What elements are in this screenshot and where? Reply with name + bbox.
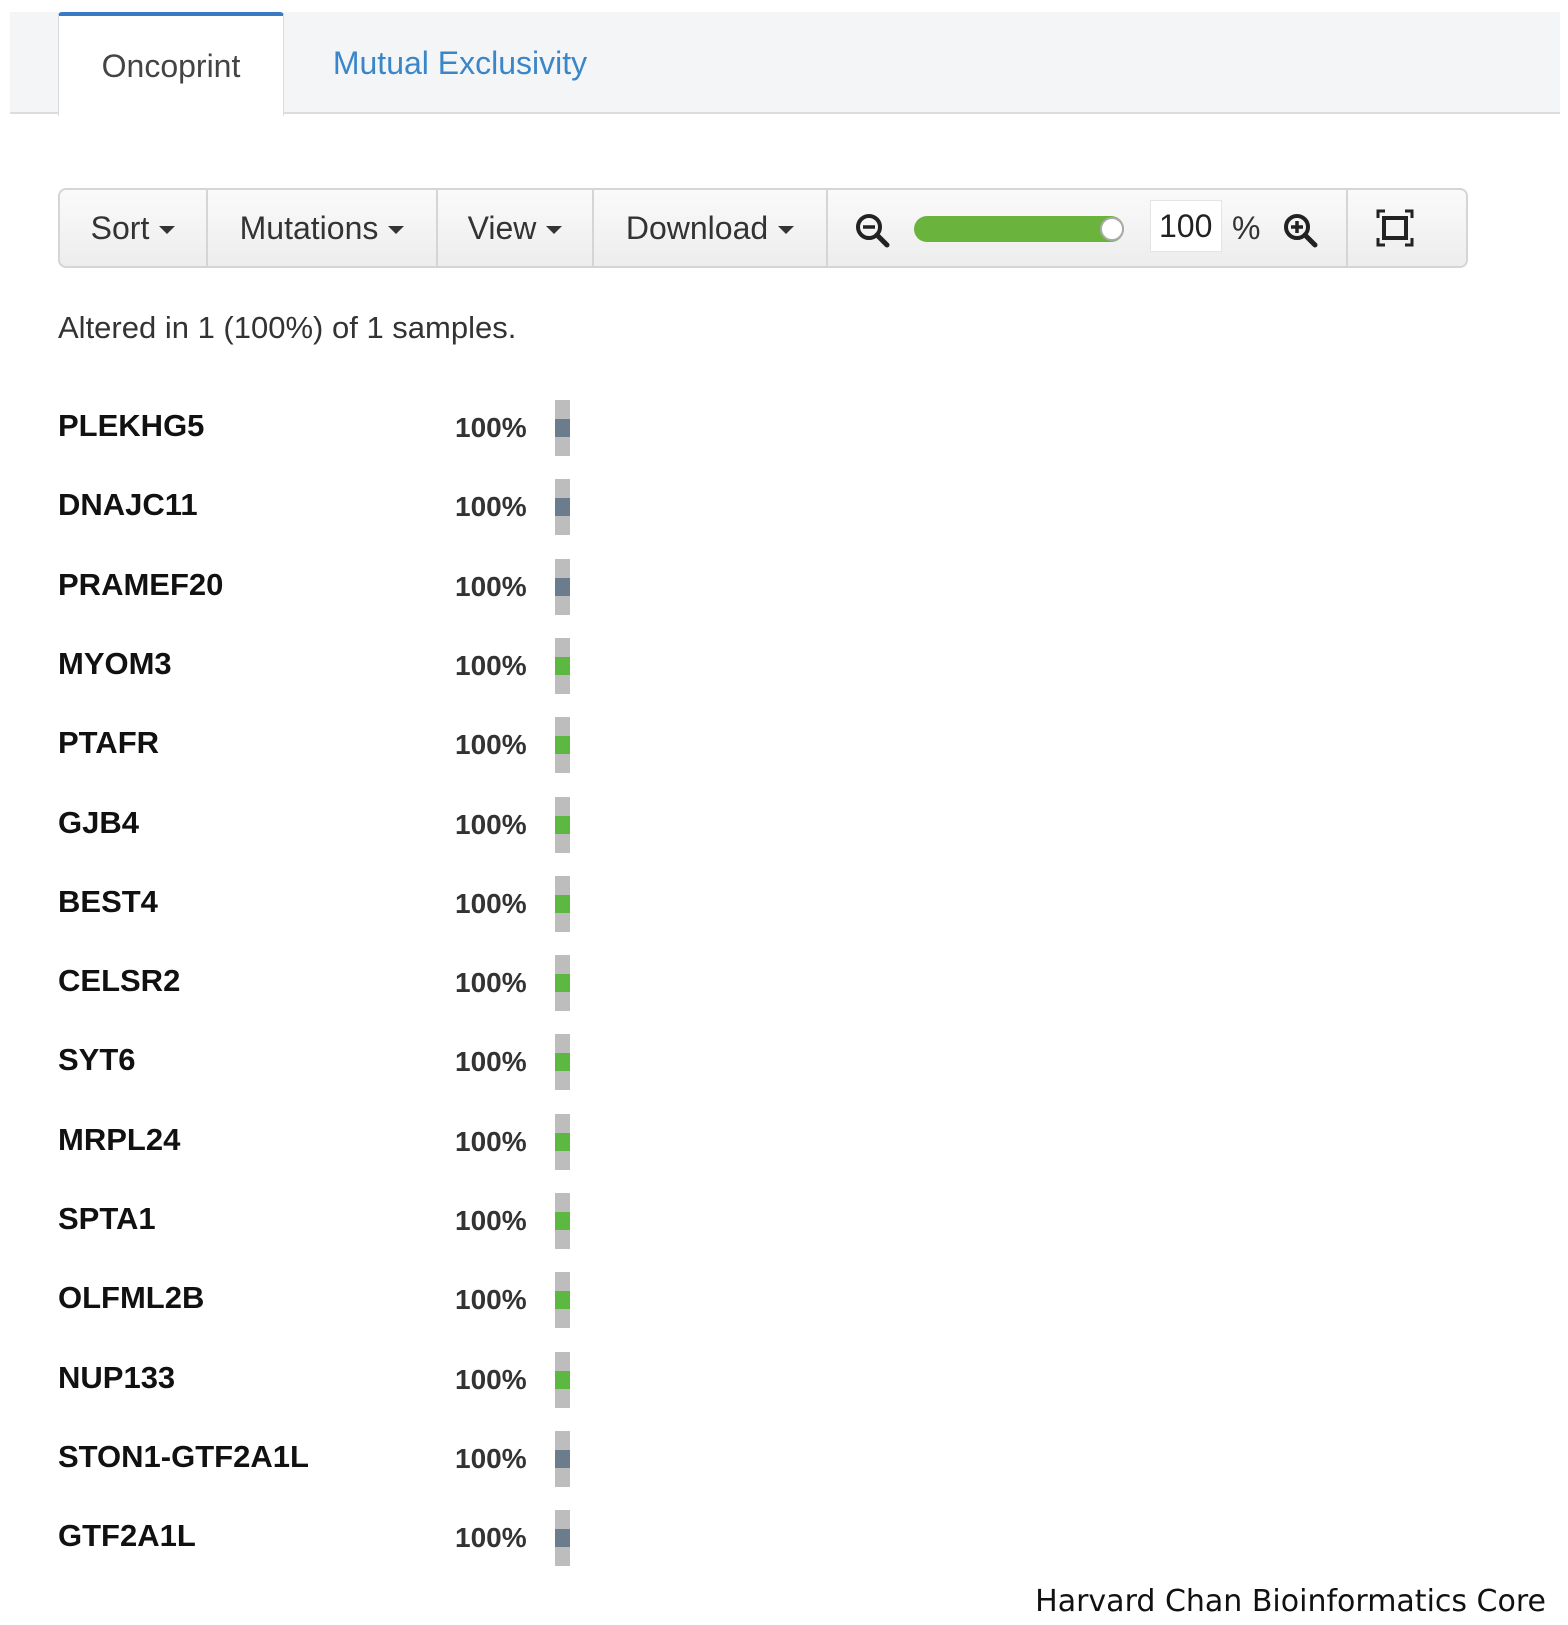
gene-alteration-percent: 100% bbox=[455, 887, 527, 919]
alteration-mark bbox=[555, 656, 570, 675]
alteration-mark bbox=[555, 1132, 570, 1151]
zoom-out-icon[interactable] bbox=[852, 210, 892, 250]
tab-mutual-exclusivity-label: Mutual Exclusivity bbox=[332, 44, 588, 81]
gene-alteration-percent: 100% bbox=[455, 1442, 527, 1474]
gene-label[interactable]: DNAJC11 bbox=[58, 487, 198, 523]
gene-track-row: SYT6 100% bbox=[0, 1034, 600, 1091]
sort-dropdown-button[interactable]: Sort bbox=[60, 190, 208, 266]
gene-alteration-percent: 100% bbox=[455, 570, 527, 602]
fit-to-screen-icon bbox=[1376, 209, 1414, 247]
zoom-controls: 100 % bbox=[828, 190, 1348, 266]
gene-label[interactable]: SYT6 bbox=[58, 1042, 136, 1078]
alteration-mark bbox=[555, 577, 570, 596]
gene-track-row: GTF2A1L 100% bbox=[0, 1510, 600, 1567]
gene-alteration-percent: 100% bbox=[455, 1205, 527, 1236]
gene-track-row: STON1-GTF2A1L 100% bbox=[0, 1430, 600, 1487]
gene-track-row: CELSR2 100% bbox=[0, 955, 600, 1012]
alteration-mark bbox=[555, 1053, 570, 1072]
gene-track-row: BEST4 100% bbox=[0, 875, 600, 932]
gene-label[interactable]: OLFML2B bbox=[58, 1280, 204, 1316]
gene-alteration-percent: 100% bbox=[455, 1522, 527, 1554]
zoom-slider-handle[interactable] bbox=[1100, 217, 1124, 241]
gene-label[interactable]: CELSR2 bbox=[58, 963, 180, 999]
mutations-dropdown-button[interactable]: Mutations bbox=[208, 190, 438, 266]
alteration-mark bbox=[555, 419, 570, 437]
oncoprint-toolbar: Sort Mutations View Download 100 % bbox=[58, 188, 1468, 268]
gene-alteration-percent: 100% bbox=[455, 491, 527, 523]
gene-alteration-percent: 100% bbox=[455, 729, 527, 761]
gene-label[interactable]: STON1-GTF2A1L bbox=[58, 1439, 309, 1475]
credit-text: Harvard Chan Bioinformatics Core bbox=[1035, 1584, 1546, 1619]
zoom-percent-unit: % bbox=[1232, 210, 1261, 246]
download-dropdown-button[interactable]: Download bbox=[594, 190, 828, 266]
alteration-mark bbox=[555, 498, 570, 517]
caret-down-icon bbox=[778, 226, 795, 234]
fit-to-screen-button[interactable] bbox=[1348, 190, 1442, 266]
tab-oncoprint[interactable]: Oncoprint bbox=[58, 12, 284, 116]
caret-down-icon bbox=[388, 226, 405, 234]
gene-label[interactable]: GJB4 bbox=[58, 805, 139, 841]
gene-track-row: DNAJC11 100% bbox=[0, 479, 600, 536]
gene-alteration-percent: 100% bbox=[455, 412, 527, 443]
gene-label[interactable]: PTAFR bbox=[58, 725, 159, 761]
alteration-mark bbox=[555, 1529, 570, 1548]
alteration-mark bbox=[555, 974, 570, 993]
tab-bar: Oncoprint Mutual Exclusivity bbox=[10, 12, 1560, 116]
alteration-mark bbox=[555, 736, 570, 755]
gene-track-row: MRPL24 100% bbox=[0, 1113, 600, 1170]
gene-track-row: GJB4 100% bbox=[0, 796, 600, 853]
gene-alteration-percent: 100% bbox=[455, 967, 527, 999]
gene-label[interactable]: NUP133 bbox=[58, 1360, 175, 1396]
gene-label[interactable]: PRAMEF20 bbox=[58, 567, 223, 603]
caret-down-icon bbox=[159, 226, 176, 234]
alteration-mark bbox=[555, 1291, 570, 1310]
alteration-mark bbox=[555, 1212, 570, 1230]
gene-track-row: OLFML2B 100% bbox=[0, 1272, 600, 1329]
gene-alteration-percent: 100% bbox=[455, 1046, 527, 1078]
zoom-slider[interactable] bbox=[914, 216, 1124, 242]
sort-label: Sort bbox=[90, 209, 150, 246]
gene-label[interactable]: MRPL24 bbox=[58, 1122, 180, 1158]
gene-track-row: PRAMEF20 100% bbox=[0, 558, 600, 615]
gene-label[interactable]: PLEKHG5 bbox=[58, 408, 204, 444]
alteration-mark bbox=[555, 894, 570, 913]
zoom-percent-input[interactable]: 100 bbox=[1150, 200, 1222, 252]
gene-alteration-percent: 100% bbox=[455, 1125, 527, 1157]
gene-alteration-percent: 100% bbox=[455, 1363, 527, 1395]
gene-label[interactable]: SPTA1 bbox=[58, 1201, 156, 1237]
gene-track-row: PLEKHG5 100% bbox=[0, 400, 600, 456]
view-dropdown-button[interactable]: View bbox=[438, 190, 594, 266]
altered-summary: Altered in 1 (100%) of 1 samples. bbox=[58, 310, 517, 345]
zoom-slider-fill bbox=[914, 216, 1124, 242]
tab-oncoprint-label: Oncoprint bbox=[101, 47, 241, 84]
gene-alteration-percent: 100% bbox=[455, 649, 527, 681]
zoom-percent-value: 100 bbox=[1159, 207, 1213, 244]
mutations-label: Mutations bbox=[239, 209, 379, 246]
download-label: Download bbox=[625, 209, 769, 246]
tab-mutual-exclusivity[interactable]: Mutual Exclusivity bbox=[310, 12, 610, 114]
gene-label[interactable]: BEST4 bbox=[58, 884, 158, 920]
alteration-mark bbox=[555, 1449, 570, 1468]
gene-label[interactable]: GTF2A1L bbox=[58, 1518, 196, 1554]
gene-label[interactable]: MYOM3 bbox=[58, 646, 172, 682]
gene-track-row: NUP133 100% bbox=[0, 1351, 600, 1408]
view-label: View bbox=[467, 209, 537, 246]
gene-track-row: PTAFR 100% bbox=[0, 717, 600, 774]
alteration-mark bbox=[555, 815, 570, 834]
gene-track-row: MYOM3 100% bbox=[0, 637, 600, 694]
zoom-in-icon[interactable] bbox=[1280, 210, 1320, 250]
gene-track-row: SPTA1 100% bbox=[0, 1193, 600, 1249]
gene-alteration-percent: 100% bbox=[455, 1284, 527, 1316]
caret-down-icon bbox=[546, 226, 563, 234]
alteration-mark bbox=[555, 1370, 570, 1389]
gene-alteration-percent: 100% bbox=[455, 808, 527, 840]
